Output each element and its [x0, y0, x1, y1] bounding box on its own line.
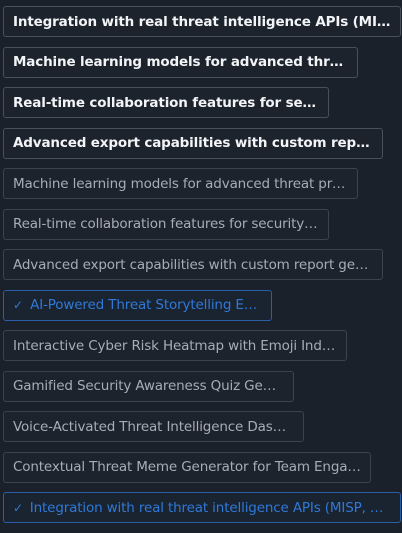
- suggestion-label: Integration with real threat intelligenc…: [13, 13, 391, 30]
- suggestion-label: AI-Powered Threat Storytelling Engine: [30, 297, 262, 313]
- suggestion-chip[interactable]: Machine learning models for advanced thr…: [3, 168, 358, 199]
- suggestion-chip[interactable]: Advanced export capabilities with custom…: [3, 127, 383, 159]
- check-icon: ✓: [13, 298, 23, 312]
- suggestion-label: Machine learning models for advanced thr…: [13, 54, 348, 70]
- suggestion-label: Advanced export capabilities with custom…: [13, 256, 373, 273]
- suggestion-chip-selected[interactable]: ✓ AI-Powered Threat Storytelling Engine: [3, 289, 272, 321]
- suggestion-chip[interactable]: Real-time collaboration features for sec…: [3, 208, 329, 240]
- suggestion-label: Advanced export capabilities with custom…: [13, 135, 373, 151]
- suggestion-label: Contextual Threat Meme Generator for Tea…: [13, 459, 361, 475]
- suggestion-label: Interactive Cyber Risk Heatmap with Emoj…: [13, 337, 337, 354]
- suggestion-label: Real-time collaboration features for sec…: [13, 94, 319, 111]
- suggestion-label: Machine learning models for advanced thr…: [13, 175, 348, 192]
- suggestion-chip[interactable]: Interactive Cyber Risk Heatmap with Emoj…: [3, 330, 347, 361]
- suggestion-label: Voice-Activated Threat Intelligence Dash…: [13, 418, 294, 435]
- suggestion-list: Integration with real threat intelligenc…: [3, 6, 401, 533]
- check-icon: ✓: [13, 500, 23, 515]
- suggestion-chip[interactable]: Machine learning models for advanced thr…: [3, 46, 358, 78]
- suggestion-label: Integration with real threat intelligenc…: [29, 499, 391, 516]
- suggestion-chip[interactable]: Real-time collaboration features for sec…: [3, 87, 329, 118]
- suggestion-chip[interactable]: Contextual Threat Meme Generator for Tea…: [3, 451, 371, 483]
- suggestion-chip[interactable]: Integration with real threat intelligenc…: [3, 6, 401, 37]
- suggestion-label: Gamified Security Awareness Quiz Generat…: [13, 378, 284, 394]
- suggestion-label: Real-time collaboration features for sec…: [13, 216, 319, 232]
- suggestion-chip[interactable]: Voice-Activated Threat Intelligence Dash…: [3, 411, 304, 442]
- suggestion-chip[interactable]: Advanced export capabilities with custom…: [3, 249, 383, 280]
- suggestion-chip-selected[interactable]: ✓ Integration with real threat intellige…: [3, 492, 401, 523]
- suggestion-chip[interactable]: Gamified Security Awareness Quiz Generat…: [3, 370, 294, 402]
